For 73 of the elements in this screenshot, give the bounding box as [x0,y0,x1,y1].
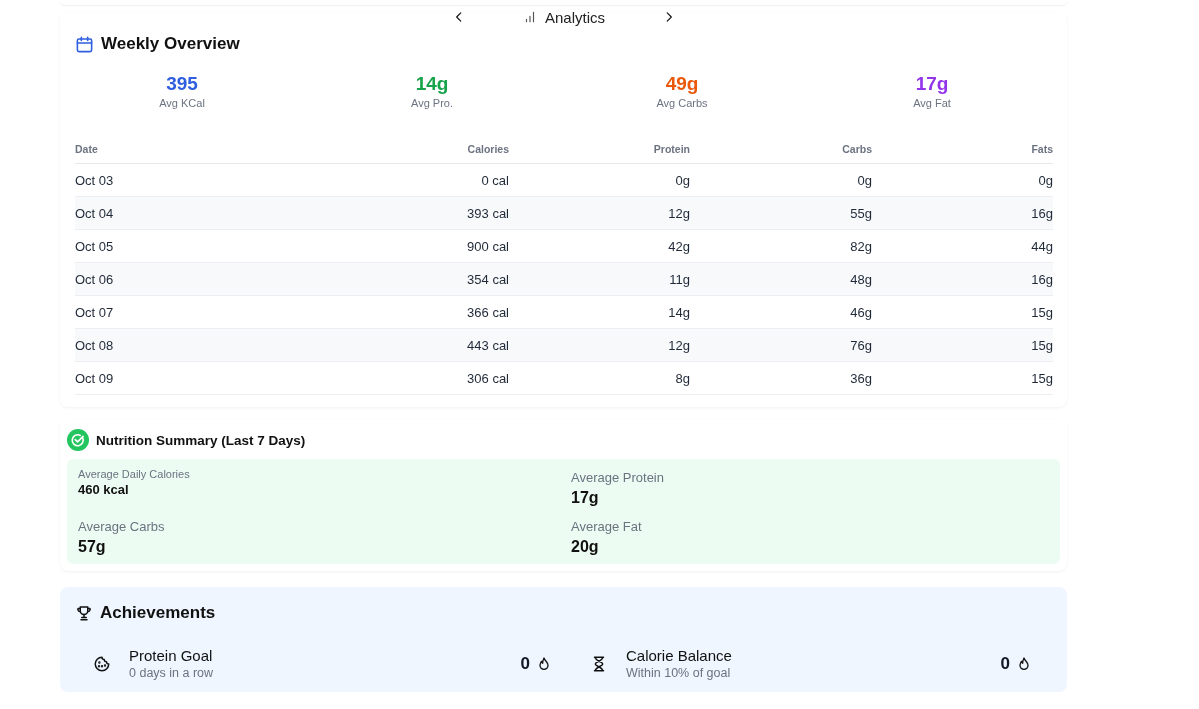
page-title: Analytics [545,8,605,26]
table-cell-text: 11g [668,271,690,287]
table-cell-text: 36g [849,370,872,386]
flame-icon [1016,655,1032,672]
table-cell-text: 12g [667,337,690,353]
column-header: Protein [652,142,690,155]
stat-value: 395 [166,72,198,96]
streak-count: 0 [520,653,530,674]
table-cell-text: Oct 09 [75,370,115,386]
streak-count: 0 [1000,653,1010,674]
table-cell-text: Oct 05 [75,238,115,254]
table-cell-text: 14g [667,304,690,320]
section-title: Weekly Overview [101,34,240,54]
summary-value: 20g [571,538,600,556]
table-cell-text: 0g [674,172,690,188]
table-cell-text: 900 cal [466,238,509,254]
table-cell-text: Oct 07 [75,304,115,320]
cookie-icon [93,654,111,673]
table-cell-text: 82g [849,238,872,254]
table-cell-text: 0 cal [480,172,509,188]
table-cell-text: 306 cal [466,370,509,386]
table-cell-text: 16g [1030,271,1053,287]
section-title: Achievements [100,603,216,623]
column-header: Carbs [841,142,872,155]
stat-label: Avg Fat [913,96,951,110]
table-cell-text: 8g [674,370,690,386]
table-cell-text: 55g [849,205,872,221]
table-cell-text: 76g [849,337,872,353]
stat-value: 14g [415,72,449,96]
table-cell-text: 42g [667,238,690,254]
check-circle-icon [67,429,89,451]
table-cell-text: 0g [1037,172,1053,188]
bar-chart-icon [523,10,537,24]
table-cell-text: 15g [1030,304,1053,320]
summary-label: Average Protein [571,470,665,485]
table-cell-text: 393 cal [466,205,509,221]
table-cell-text: 15g [1030,337,1053,353]
table-cell-text: 0g [856,172,872,188]
table-cell-text: 46g [849,304,872,320]
stat-label: Avg Carbs [656,96,708,110]
summary-value: 57g [78,538,107,556]
column-header: Fats [1030,142,1053,155]
section-title: Nutrition Summary (Last 7 Days) [96,432,306,448]
table-cell-text: Oct 06 [75,271,115,287]
table-cell-text: 48g [849,271,872,287]
table-cell-text: 366 cal [466,304,509,320]
summary-label: Average Daily Calories [78,468,191,480]
table-cell-text: 16g [1030,205,1053,221]
table-cell-text: 44g [1030,238,1053,254]
achievement-subtitle: Within 10% of goal [626,666,732,680]
summary-value: 17g [571,489,600,507]
stat-value: 17g [915,72,949,96]
table-cell-text: 15g [1030,370,1053,386]
table-cell-text: 354 cal [466,271,509,287]
achievement-title: Protein Goal [129,647,214,664]
summary-label: Average Fat [571,519,643,534]
achievement-subtitle: 0 days in a row [129,666,215,680]
column-header: Date [75,142,99,155]
column-header: Calories [466,142,509,155]
summary-value: 460 kcal [78,482,130,497]
table-cell-text: Oct 08 [75,337,115,353]
table-cell-text: Oct 03 [75,172,115,188]
table-cell-text: Oct 04 [75,205,115,221]
table-cell-text: 443 cal [466,337,509,353]
trophy-icon [75,604,93,622]
stat-label: Avg KCal [159,96,205,110]
calendar-icon [75,34,94,54]
stat-label: Avg Pro. [411,96,453,110]
table-cell-text: 12g [667,205,690,221]
flame-icon [536,655,552,672]
stat-value: 49g [665,72,699,96]
achievement-title: Calorie Balance [626,647,733,664]
summary-label: Average Carbs [78,519,166,534]
